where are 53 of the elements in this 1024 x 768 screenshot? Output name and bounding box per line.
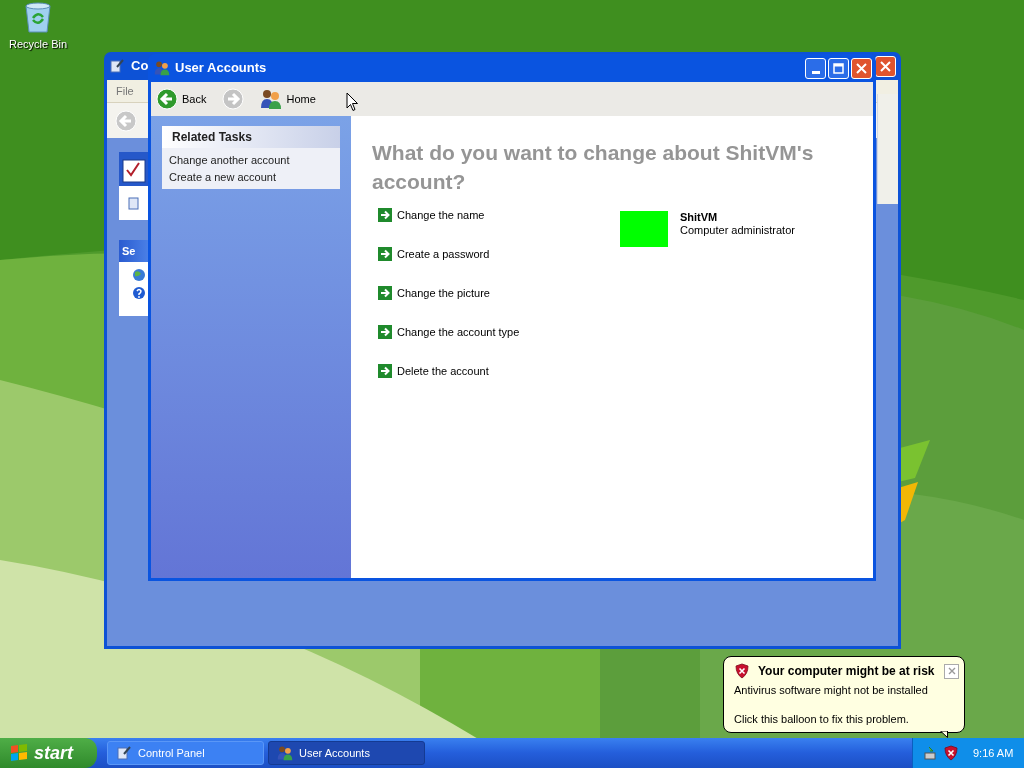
shield-icon [734, 663, 750, 679]
maximize-icon [833, 62, 844, 74]
minimize-icon [811, 70, 820, 74]
control-panel-icon [116, 745, 132, 761]
start-button[interactable]: start [0, 738, 97, 768]
close-button[interactable] [944, 663, 959, 679]
arrow-icon [378, 208, 392, 222]
panel-heading: Related Tasks [172, 129, 252, 146]
windows-flag-icon [9, 743, 29, 763]
minimize-button[interactable] [805, 57, 826, 79]
globe-icon [132, 268, 146, 282]
close-icon [947, 667, 956, 675]
task-link[interactable]: Change the account type [378, 325, 620, 339]
taskbar-button[interactable]: User Accounts [268, 741, 425, 765]
home-button[interactable]: Home [259, 88, 317, 110]
people-icon [154, 60, 170, 76]
shield-icon [943, 745, 959, 761]
close-icon [880, 60, 891, 72]
menu-item[interactable]: File [116, 82, 134, 100]
arrow-icon [378, 325, 392, 339]
account-name: ShitVM [680, 211, 719, 224]
desktop-icon-label[interactable]: Recycle Bin [8, 36, 68, 53]
pane-heading: Se [122, 243, 136, 259]
window-title: Co [131, 57, 149, 76]
checklist-icon [122, 158, 146, 184]
arrow-icon [378, 364, 392, 378]
arrow-icon [378, 247, 392, 261]
balloon-pointer [940, 731, 948, 738]
task-link[interactable]: Change the name [378, 208, 620, 222]
page-heading: What do you want to change about ShitVM's account? [372, 140, 815, 195]
maximize-button[interactable] [828, 57, 849, 79]
task-link[interactable]: Change another account [169, 152, 340, 168]
task-link[interactable]: Create a new account [169, 169, 340, 185]
arrow-icon [378, 286, 392, 300]
mouse-cursor [346, 92, 359, 112]
task-link[interactable]: Delete the account [378, 364, 620, 378]
close-icon [856, 62, 867, 74]
balloon-text: Antivirus software might not be installed [734, 683, 929, 698]
account-type: Computer administrator [680, 224, 795, 237]
balloon-title: Your computer might be at risk [758, 663, 935, 680]
back-button[interactable]: Back [155, 88, 208, 110]
task-link[interactable]: Create a password [378, 247, 620, 261]
clock: 9:16 AM [973, 745, 1014, 761]
recycle-bin-icon[interactable] [23, 2, 53, 34]
task-link[interactable]: Change the picture [378, 286, 620, 300]
notification-balloon[interactable]: Your computer might be at risk Antivirus software might not be installed Click this balloon to fix this problem. [723, 656, 965, 733]
control-panel-icon [109, 58, 125, 74]
window-title[interactable]: User Accounts [175, 58, 267, 78]
people-icon [260, 88, 283, 110]
people-icon [277, 745, 293, 761]
balloon-text: Click this balloon to fix this problem. [734, 711, 910, 727]
network-icon [923, 745, 939, 761]
taskbar-button[interactable]: Control Panel [107, 741, 264, 765]
